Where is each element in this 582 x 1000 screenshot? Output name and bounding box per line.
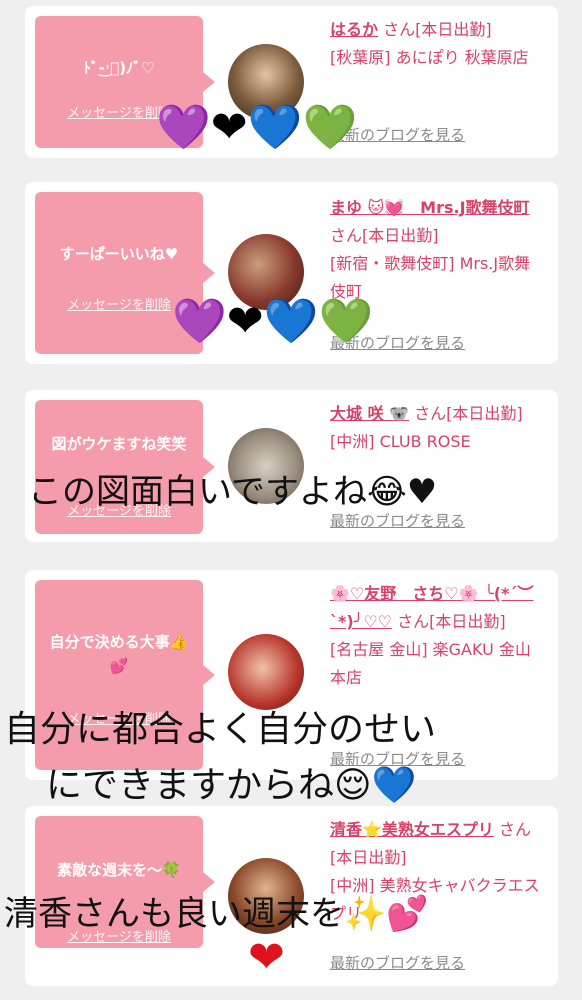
shop-name: [新宿・歌舞伎町] Mrs.J歌舞伎町 (330, 254, 531, 301)
caption-text: この図面白いですよね😂♥ (28, 472, 438, 512)
message-text: 図がウケますね笑笑 (51, 435, 187, 453)
caption-text: 自分に都合よく自分のせい (4, 709, 437, 750)
avatar[interactable] (228, 634, 304, 710)
caption-text: にできますからね😌💙 (46, 765, 417, 806)
message-text: 自分で決める大事👍💕 (49, 633, 189, 675)
cast-name-link[interactable]: はるか (330, 20, 378, 39)
shop-name: [中洲] CLUB ROSE (330, 432, 471, 451)
cast-status: さん[本日出勤] (397, 612, 506, 631)
heart-sticker: ❤ (248, 932, 285, 983)
latest-blog-link[interactable]: 最新のブログを見る (330, 952, 465, 973)
message-text: ﾄﾞ-͜˒ﾞ)ﾉﾞ♡ (83, 59, 155, 77)
message-text: すーぱーいいね♥ (59, 245, 179, 263)
hearts-sticker: 💜❤💙💚 (156, 102, 358, 153)
caption-text: 清香さんも良い週末を✨💕 (4, 894, 429, 934)
hearts-sticker: 💜❤💙💚 (172, 296, 374, 347)
cast-info: 大城 咲 🐨 さん[本日出勤] [中洲] CLUB ROSE (330, 400, 545, 456)
cast-name-link[interactable]: 大城 咲 🐨 (330, 404, 409, 423)
cast-name-link[interactable]: まゆ 🐱💓 Mrs.J歌舞伎町 (330, 198, 530, 217)
cast-info: まゆ 🐱💓 Mrs.J歌舞伎町 さん[本日出勤] [新宿・歌舞伎町] Mrs.J… (330, 194, 545, 306)
cast-status: さん[本日出勤] (383, 20, 492, 39)
message-text: 素敵な週末を〜🍀 (57, 861, 181, 879)
cast-info: はるか さん[本日出勤] [秋葉原] あにぽり 秋葉原店 (330, 16, 545, 72)
cast-name-link[interactable]: 清香⭐美熟女エスプリ (330, 820, 494, 839)
shop-name: [名古屋 金山] 楽GAKU 金山本店 (330, 640, 531, 687)
cast-status: さん[本日出勤] (414, 404, 523, 423)
cast-status: さん[本日出勤] (330, 226, 439, 245)
shop-name: [秋葉原] あにぽり 秋葉原店 (330, 48, 529, 67)
cast-info: 🌸♡友野 さち♡🌸 ╰(*´︶`*)╯♡♡ さん[本日出勤] [名古屋 金山] … (330, 580, 545, 692)
latest-blog-link[interactable]: 最新のブログを見る (330, 510, 465, 531)
